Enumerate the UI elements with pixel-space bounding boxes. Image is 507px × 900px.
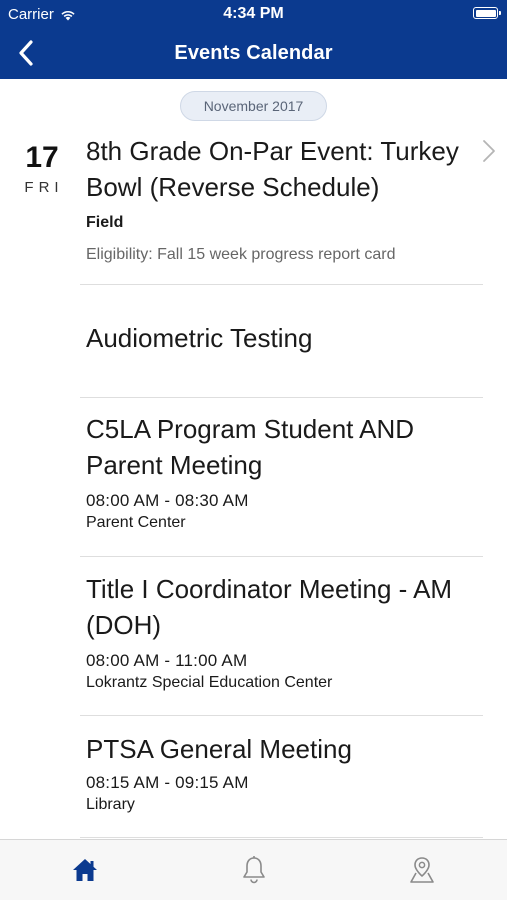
bell-icon bbox=[243, 856, 265, 884]
nav-bar: Events Calendar bbox=[0, 28, 507, 79]
event-title: Audiometric Testing bbox=[86, 323, 313, 353]
event-title: PTSA General Meeting bbox=[86, 734, 352, 764]
event-item[interactable]: PTSA General Meeting 08:15 AM - 09:15 AM… bbox=[0, 731, 507, 831]
month-header: November 2017 bbox=[180, 91, 327, 121]
event-time: 08:00 AM - 08:30 AM bbox=[86, 491, 249, 510]
event-item[interactable]: 8th Grade On-Par Event: Turkey Bowl (Rev… bbox=[0, 133, 507, 285]
event-title: C5LA Program Student AND Parent Meeting bbox=[86, 414, 415, 480]
status-time: 4:34 PM bbox=[223, 5, 284, 22]
page-title: Events Calendar bbox=[174, 42, 333, 64]
event-details: Field Eligibility: Fall 15 week progress… bbox=[86, 212, 486, 266]
event-note: Eligibility: Fall 15 week progress repor… bbox=[86, 246, 396, 263]
event-time: 08:15 AM - 09:15 AM bbox=[86, 773, 249, 792]
event-time: 08:00 AM - 11:00 AM bbox=[86, 651, 248, 670]
event-title: Title I Coordinator Meeting - AM (DOH) bbox=[86, 574, 453, 640]
tab-notifications[interactable] bbox=[238, 854, 270, 886]
event-location: Parent Center bbox=[86, 514, 186, 531]
event-details: 08:00 AM - 11:00 AM Lokrantz Special Edu… bbox=[86, 650, 486, 694]
events-list: November 2017 17 FRI 8th Grade On-Par Ev… bbox=[0, 79, 507, 839]
event-item[interactable]: Audiometric Testing bbox=[0, 320, 507, 380]
event-location: Lokrantz Special Education Center bbox=[86, 674, 333, 691]
divider bbox=[80, 837, 483, 838]
home-icon bbox=[73, 859, 97, 881]
top-bar: Carrier 4:34 PM Events Calendar bbox=[0, 0, 507, 79]
chevron-right-icon bbox=[483, 140, 495, 162]
event-title: 8th Grade On-Par Event: Turkey Bowl (Rev… bbox=[86, 136, 459, 202]
map-pin-icon bbox=[410, 857, 434, 883]
tab-home[interactable] bbox=[69, 854, 101, 886]
battery-icon bbox=[473, 7, 501, 19]
event-item[interactable]: C5LA Program Student AND Parent Meeting … bbox=[0, 411, 507, 551]
divider bbox=[80, 715, 483, 716]
status-bar: Carrier 4:34 PM bbox=[0, 0, 507, 28]
divider bbox=[80, 397, 483, 398]
event-location: Field bbox=[86, 214, 124, 231]
event-details: 08:00 AM - 08:30 AM Parent Center bbox=[86, 490, 486, 534]
divider bbox=[80, 556, 483, 557]
event-location: Library bbox=[86, 796, 135, 813]
divider bbox=[80, 284, 483, 285]
tab-map[interactable] bbox=[406, 854, 438, 886]
event-details: 08:15 AM - 09:15 AM Library bbox=[86, 772, 486, 816]
event-item[interactable]: Title I Coordinator Meeting - AM (DOH) 0… bbox=[0, 571, 507, 711]
tab-bar bbox=[0, 839, 507, 900]
